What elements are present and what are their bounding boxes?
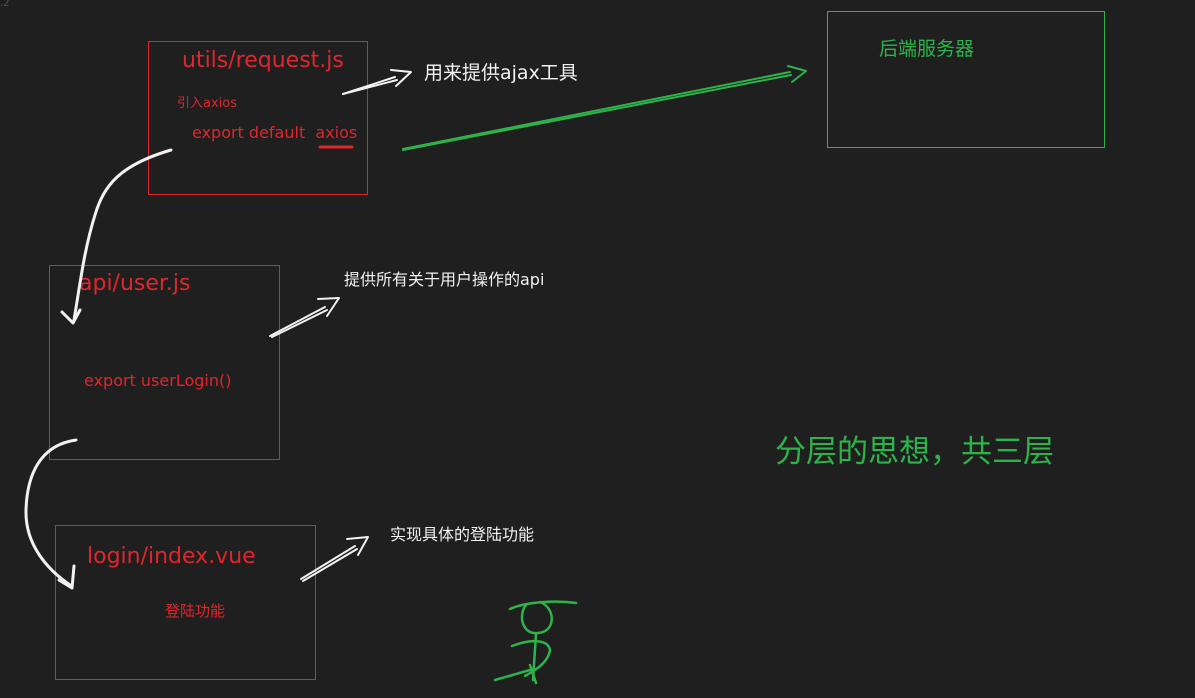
user-to-login-arrow xyxy=(24,438,78,590)
sketch-layer xyxy=(24,65,807,685)
login-desc-arrow xyxy=(300,536,369,582)
green-doodle xyxy=(493,600,578,685)
user-desc-arrow xyxy=(269,297,340,338)
request-desc-arrow xyxy=(342,69,412,95)
request-to-user-arrow xyxy=(60,148,173,325)
server-arrow xyxy=(402,65,807,151)
